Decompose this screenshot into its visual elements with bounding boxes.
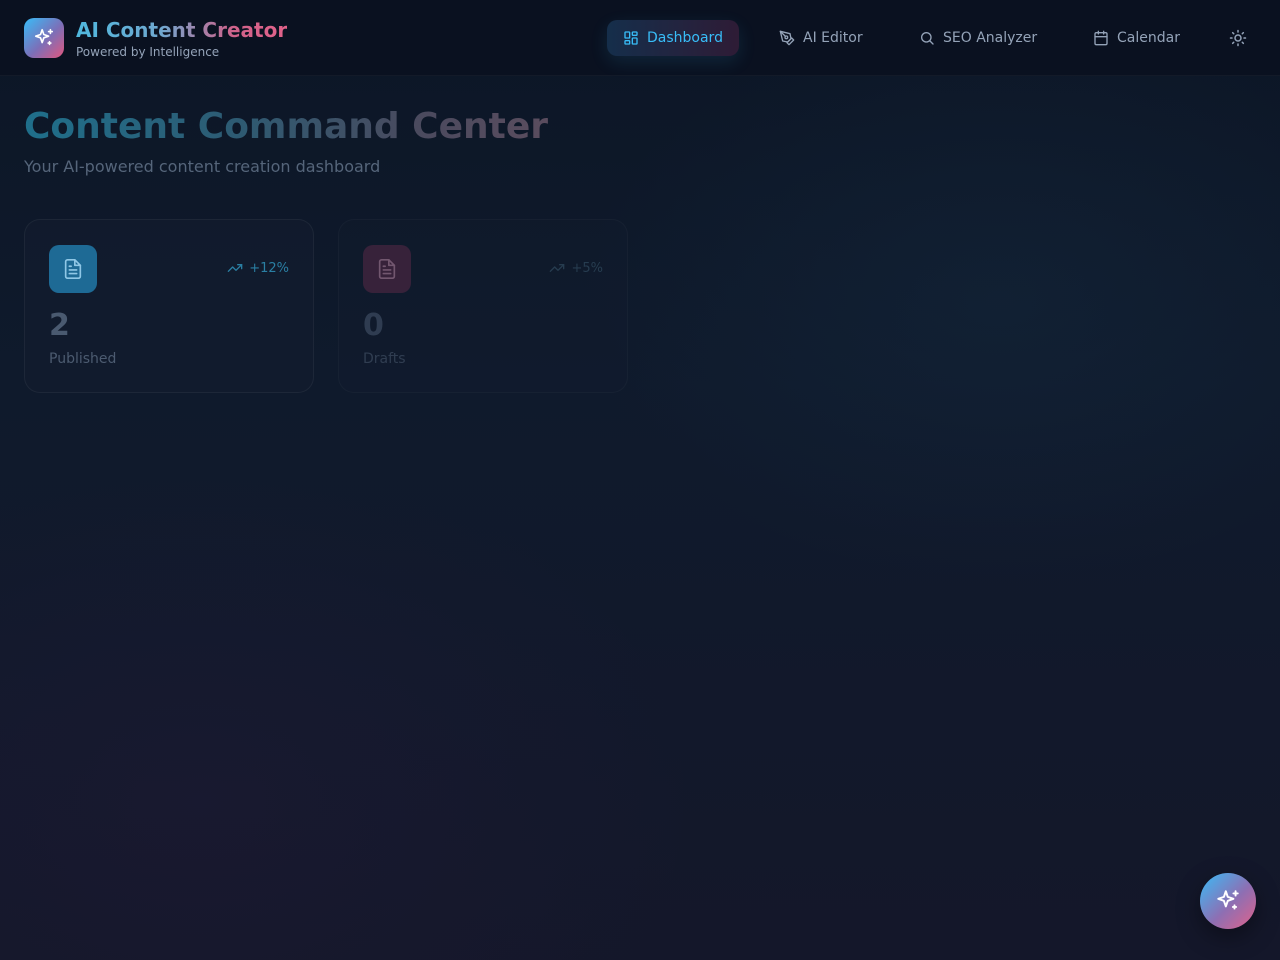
brand-subtitle: Powered by Intelligence	[76, 45, 220, 59]
stat-value: 2	[49, 308, 70, 343]
ai-assistant-fab-button[interactable]	[1200, 873, 1256, 929]
nav-dashboard[interactable]: Dashboard	[607, 20, 739, 56]
stat-icon-box	[363, 245, 411, 293]
app-header: AI Content Creator Powered by Intelligen…	[0, 0, 1280, 76]
sun-icon	[1229, 29, 1247, 47]
logo[interactable]	[24, 18, 64, 58]
stat-icon-box	[49, 245, 97, 293]
page-title: Content Command Center	[24, 104, 548, 150]
document-icon	[64, 259, 82, 279]
stat-trend-value: +5%	[571, 260, 603, 276]
trending-up-icon	[550, 264, 565, 272]
nav-calendar-label: Calendar	[1117, 30, 1180, 46]
search-icon	[921, 32, 934, 45]
stat-label: Drafts	[363, 351, 406, 367]
nav-calendar[interactable]: Calendar	[1077, 20, 1196, 56]
sparkles-icon	[34, 28, 54, 46]
sparkles-icon	[1217, 890, 1239, 910]
nav-seo-analyzer[interactable]: SEO Analyzer	[903, 20, 1053, 56]
nav-ai-editor-label: AI Editor	[803, 30, 863, 46]
stat-trend: +5%	[549, 260, 603, 276]
theme-toggle-button[interactable]	[1226, 26, 1250, 50]
nav-seo-analyzer-label: SEO Analyzer	[943, 30, 1038, 46]
trending-up-icon	[227, 264, 243, 272]
stat-card-drafts[interactable]: +5% 0 Drafts	[338, 219, 628, 393]
stat-trend: +12%	[227, 260, 289, 276]
page-subtitle: Your AI-powered content creation dashboa…	[24, 157, 381, 176]
stat-label: Published	[49, 351, 117, 367]
stat-trend-value: +12%	[249, 260, 289, 276]
pen-icon	[779, 30, 795, 46]
brand-title: AI Content Creator	[76, 18, 288, 42]
calendar-icon	[1094, 30, 1108, 46]
document-icon	[378, 259, 396, 279]
stat-value: 0	[363, 308, 384, 343]
grid-icon	[624, 31, 638, 45]
nav-ai-editor[interactable]: AI Editor	[763, 20, 879, 56]
nav-dashboard-label: Dashboard	[647, 30, 723, 46]
stat-card-published[interactable]: +12% 2 Published	[24, 219, 314, 393]
